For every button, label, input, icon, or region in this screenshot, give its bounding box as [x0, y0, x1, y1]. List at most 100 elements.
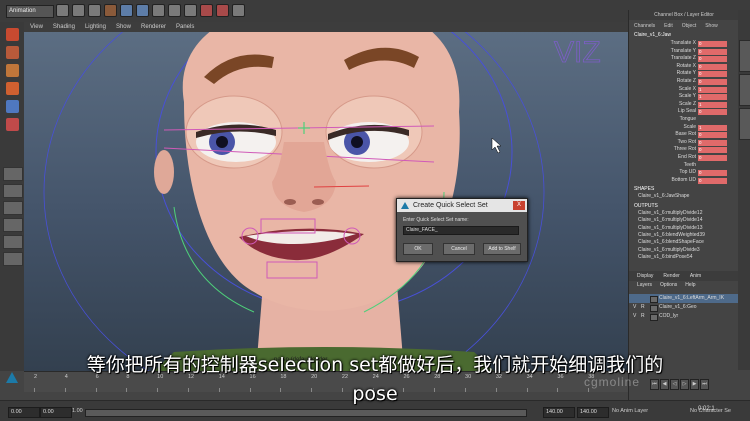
four-view-layout-icon[interactable]	[3, 184, 23, 198]
attribute-row[interactable]: Tongue	[629, 116, 739, 124]
attribute-value-field[interactable]: 0	[698, 139, 727, 146]
attribute-row[interactable]: Rotate Z0	[629, 78, 739, 86]
render-settings-icon[interactable]	[232, 4, 245, 17]
attribute-row[interactable]: Top UD 0	[629, 169, 739, 177]
attribute-value-field[interactable]: 0	[698, 56, 727, 63]
snap-grid-icon[interactable]	[152, 4, 165, 17]
select-hierarchy-icon[interactable]	[104, 4, 117, 17]
dialog-close-button[interactable]: X	[513, 201, 525, 210]
range-slider[interactable]	[85, 409, 527, 417]
show-menu[interactable]: Show	[705, 20, 718, 32]
attribute-value-field[interactable]: 0	[698, 63, 727, 70]
layer-color-swatch[interactable]	[650, 304, 658, 312]
attribute-row[interactable]: Scale X1	[629, 86, 739, 94]
attribute-row[interactable]: Translate Y0	[629, 48, 739, 56]
render-icon[interactable]	[200, 4, 213, 17]
viewport-menu-show[interactable]: Show	[116, 22, 131, 32]
ok-button[interactable]: OK	[403, 243, 433, 255]
dialog-title-bar[interactable]: Create Quick Select Set X	[397, 199, 527, 212]
attribute-value-field[interactable]: 0	[698, 78, 727, 85]
perspective-viewport[interactable]: View Shading Lighting Show Renderer Pane…	[24, 22, 628, 371]
display-tab[interactable]: Display	[637, 271, 653, 281]
layer-reference-toggle[interactable]: R	[641, 312, 645, 321]
snap-curve-icon[interactable]	[168, 4, 181, 17]
layer-color-swatch[interactable]	[650, 295, 658, 303]
open-scene-icon[interactable]	[72, 4, 85, 17]
object-menu[interactable]: Object	[682, 20, 696, 32]
attribute-value-field[interactable]: 0	[698, 132, 727, 139]
output-node[interactable]: Claire_v1_6:multiplyDivide12	[629, 210, 739, 217]
tool-settings-tab[interactable]	[739, 74, 750, 106]
attribute-row[interactable]: Base Rot 0	[629, 131, 739, 139]
snap-point-icon[interactable]	[184, 4, 197, 17]
attribute-row[interactable]: Lip Seal 0	[629, 108, 739, 116]
playback-start-field[interactable]: 0.00	[40, 407, 72, 418]
attribute-row[interactable]: Rotate Y0	[629, 70, 739, 78]
attribute-value-field[interactable]: 1	[698, 101, 727, 108]
move-tool-icon[interactable]	[6, 82, 19, 95]
add-to-shelf-button[interactable]: Add to Shelf	[483, 243, 521, 255]
viewport-menu-lighting[interactable]: Lighting	[85, 22, 106, 32]
attribute-row[interactable]: Scale 1	[629, 124, 739, 132]
ipr-render-icon[interactable]	[216, 4, 229, 17]
layer-reference-toggle[interactable]: R	[641, 303, 645, 312]
attribute-row[interactable]: Scale Z1	[629, 101, 739, 109]
save-scene-icon[interactable]	[88, 4, 101, 17]
channel-box-tab[interactable]	[739, 108, 750, 140]
output-node[interactable]: Claire_v1_6:multiplyDivide14	[629, 217, 739, 224]
attribute-row[interactable]: Translate X0	[629, 40, 739, 48]
attribute-value-field[interactable]: 0	[698, 109, 727, 116]
start-time-field[interactable]: 0.00	[8, 407, 40, 418]
menu-set-dropdown[interactable]: Animation	[6, 5, 54, 18]
layer-row[interactable]: Claire_v1_6:LeftArm_Arm_IK	[629, 293, 739, 303]
layer-row[interactable]: V R COD_lyr	[629, 312, 739, 321]
render-tab[interactable]: Render	[663, 271, 679, 281]
options-menu[interactable]: Options	[660, 281, 677, 290]
attribute-value-field[interactable]: 0	[698, 177, 727, 184]
shape-node[interactable]: Claire_v1_6:JawShape	[629, 193, 739, 200]
output-node[interactable]: Claire_v1_6:bindPose54	[629, 254, 739, 261]
attribute-row[interactable]: Translate Z0	[629, 55, 739, 63]
output-node[interactable]: Claire_v1_6:multiplyDivide3	[629, 247, 739, 254]
output-node[interactable]: Claire_v1_6:blendWeighted39	[629, 232, 739, 239]
hypershade-layout-icon[interactable]	[3, 235, 23, 249]
viewport-menu-renderer[interactable]: Renderer	[141, 22, 166, 32]
attribute-row[interactable]: Three Rot 0	[629, 146, 739, 154]
layers-menu[interactable]: Layers	[637, 281, 652, 290]
help-menu[interactable]: Help	[685, 281, 695, 290]
edit-menu[interactable]: Edit	[664, 20, 673, 32]
playback-end-field[interactable]: 140.00	[543, 407, 575, 418]
layer-row[interactable]: V R Claire_v1_6:Geo	[629, 303, 739, 312]
attribute-row[interactable]: Bottom UD 0	[629, 177, 739, 185]
scale-tool-icon[interactable]	[6, 118, 19, 131]
attribute-value-field[interactable]: 1	[698, 94, 727, 101]
output-node[interactable]: Claire_v1_6:multiplyDivide13	[629, 225, 739, 232]
set-name-input[interactable]: Claire_FACE_	[403, 226, 519, 235]
layer-color-swatch[interactable]	[650, 313, 658, 321]
paint-select-icon[interactable]	[6, 64, 19, 77]
anim-layer-label[interactable]: No Anim Layer	[612, 408, 648, 414]
attribute-value-field[interactable]: 0	[698, 170, 727, 177]
layer-visibility-toggle[interactable]: V	[633, 303, 636, 312]
anim-tab[interactable]: Anim	[690, 271, 701, 281]
select-component-icon[interactable]	[136, 4, 149, 17]
attribute-editor-tab[interactable]	[739, 40, 750, 72]
select-tool-icon[interactable]	[6, 28, 19, 41]
attribute-row[interactable]: End Rot 0	[629, 154, 739, 162]
persp-graph-layout-icon[interactable]	[3, 218, 23, 232]
attribute-value-field[interactable]: 0	[698, 48, 727, 55]
attribute-value-field[interactable]: 0	[698, 71, 727, 78]
end-time-field[interactable]: 140.00	[577, 407, 609, 418]
attribute-value-field[interactable]: 0	[698, 41, 727, 47]
viewport-menu-view[interactable]: View	[30, 22, 43, 32]
viewport-menu-panels[interactable]: Panels	[176, 22, 194, 32]
attribute-row[interactable]: Two Rot 0	[629, 139, 739, 147]
viewport-menu-shading[interactable]: Shading	[53, 22, 75, 32]
attribute-value-field[interactable]: 1	[698, 124, 727, 131]
lasso-tool-icon[interactable]	[6, 46, 19, 59]
attribute-row[interactable]: Teeth	[629, 162, 739, 170]
cancel-button[interactable]: Cancel	[443, 243, 475, 255]
attribute-value-field[interactable]: 1	[698, 86, 727, 93]
persp-outliner-layout-icon[interactable]	[3, 201, 23, 215]
attribute-value-field[interactable]: 0	[698, 147, 727, 154]
